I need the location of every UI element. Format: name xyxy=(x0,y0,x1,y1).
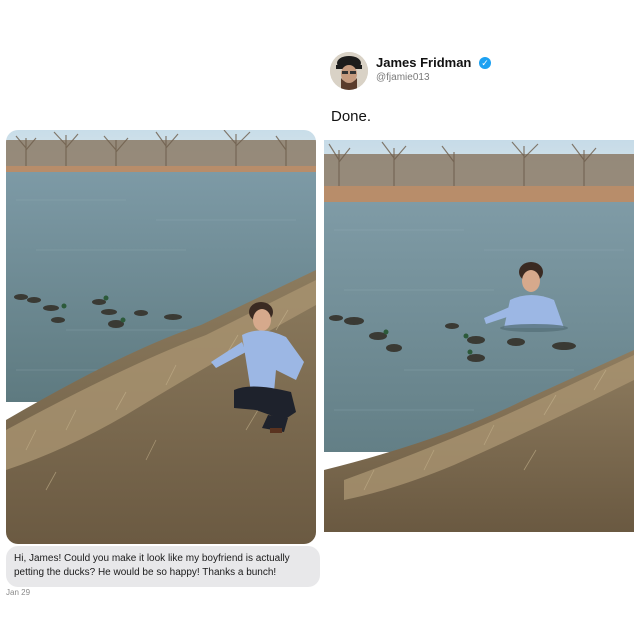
edited-photo[interactable] xyxy=(324,140,634,532)
author-avatar[interactable] xyxy=(330,52,368,90)
verified-icon: ✓ xyxy=(479,57,491,69)
request-message-bubble: Hi, James! Could you make it look like m… xyxy=(6,546,320,587)
request-message-text: Hi, James! Could you make it look like m… xyxy=(14,553,290,578)
author-handle[interactable]: @fjamie013 xyxy=(376,72,430,83)
message-date: Jan 29 xyxy=(6,588,31,597)
author-name[interactable]: James Fridman xyxy=(376,55,471,70)
reply-text: Done. xyxy=(331,108,372,125)
original-photo[interactable] xyxy=(6,130,316,544)
